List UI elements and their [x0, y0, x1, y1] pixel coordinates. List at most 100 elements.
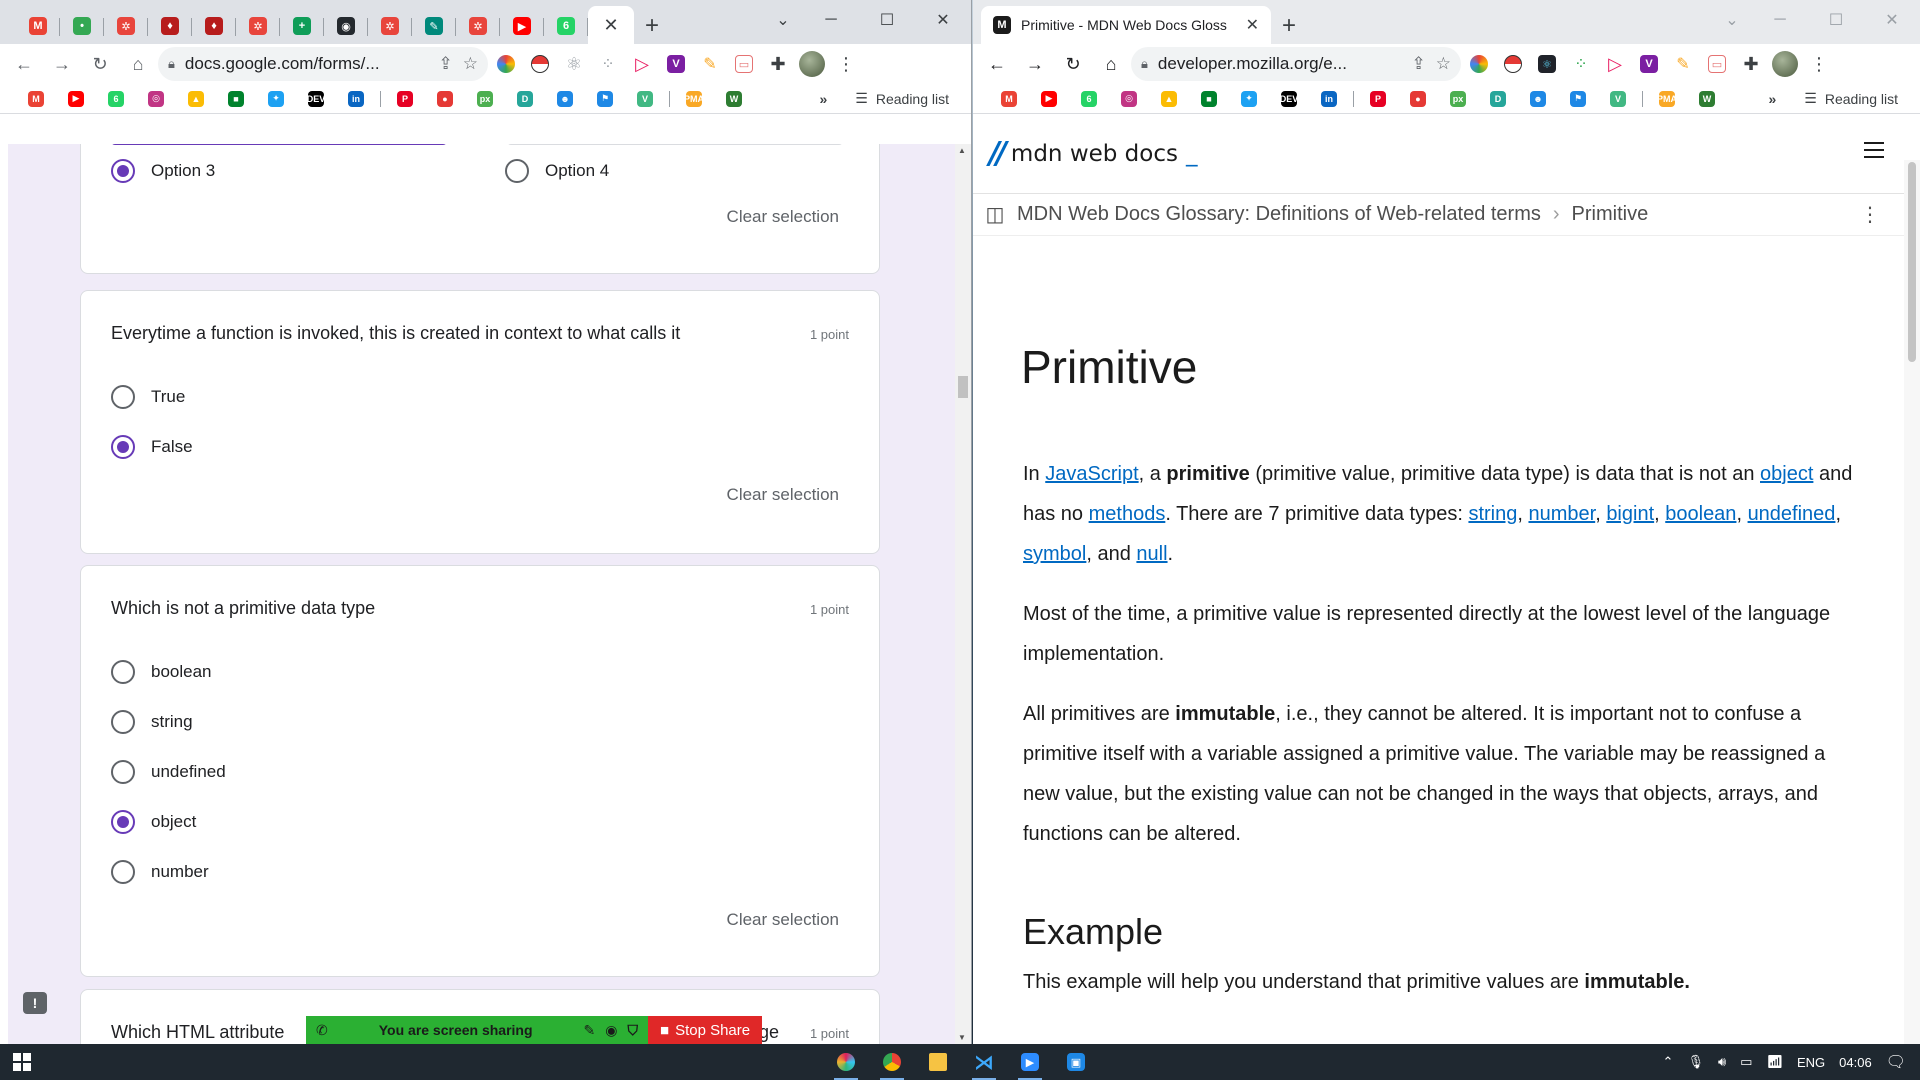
share-icon[interactable]: ⇪	[439, 54, 453, 74]
reading-list-icon[interactable]: ☰	[855, 90, 868, 107]
maximize-button[interactable]: ☐	[1808, 0, 1864, 40]
bookmark-item[interactable]: PMA	[674, 85, 714, 113]
color-wheel-extension-icon[interactable]	[1463, 48, 1495, 80]
forms-scrollbar[interactable]: ▲ ▼	[955, 144, 971, 1044]
clear-selection-button[interactable]: Clear selection	[727, 207, 839, 227]
play-extension-icon[interactable]: ▷	[1599, 48, 1631, 80]
forward-icon[interactable]: →	[44, 46, 80, 82]
bookmark-item[interactable]: ●	[1398, 85, 1438, 113]
link-undefined[interactable]: undefined	[1748, 503, 1836, 525]
bookmark-item[interactable]: ▲	[1149, 85, 1189, 113]
bookmark-item[interactable]: ■	[216, 85, 256, 113]
radio-selected[interactable]	[111, 159, 135, 183]
mdn-logo[interactable]: // mdn web docs _	[989, 136, 1198, 171]
notifications-icon[interactable]: 🗨︎	[1886, 1052, 1906, 1072]
mic-muted-icon[interactable]: ✎	[584, 1022, 596, 1039]
bookmark-item[interactable]: ■	[1189, 85, 1229, 113]
reading-list-icon[interactable]: ☰	[1804, 90, 1817, 107]
close-window-button[interactable]: ✕	[1864, 0, 1920, 40]
bookmark-item[interactable]: DEV	[296, 85, 336, 113]
minimize-button[interactable]: ─	[803, 0, 859, 40]
bookmark-item[interactable]: ▶	[1029, 85, 1069, 113]
bookmark-item[interactable]: ▶	[56, 85, 96, 113]
report-problem-button[interactable]: !	[20, 988, 50, 1018]
bookmark-item[interactable]: ⚑	[1558, 85, 1598, 113]
forward-icon[interactable]: →	[1017, 46, 1053, 82]
color-wheel-extension-icon[interactable]	[490, 48, 522, 80]
pinned-tab[interactable]: ✲	[104, 8, 148, 44]
pen-extension-icon[interactable]: ✎	[694, 48, 726, 80]
pinned-tab[interactable]: ▶	[500, 8, 544, 44]
tab-search-icon[interactable]: ⌄	[763, 0, 803, 40]
maximize-button[interactable]: ☐	[859, 0, 915, 40]
sidebar-toggle-icon[interactable]: ◫	[973, 202, 1017, 227]
bookmark-item[interactable]: ●	[425, 85, 465, 113]
clear-selection-button[interactable]: Clear selection	[727, 910, 839, 930]
pinned-tab[interactable]: •	[60, 8, 104, 44]
hamburger-menu-icon[interactable]	[1864, 142, 1884, 163]
close-tab-icon[interactable]: ✕	[1246, 15, 1259, 35]
radio-unselected[interactable]	[111, 660, 135, 684]
option-3[interactable]: Option 3	[111, 159, 215, 183]
bookmark-item[interactable]: V	[1598, 85, 1638, 113]
clock[interactable]: 04:06	[1839, 1055, 1872, 1070]
play-extension-icon[interactable]: ▷	[626, 48, 658, 80]
more-bookmarks-icon[interactable]: »	[819, 91, 827, 107]
pinned-tab[interactable]: 6	[544, 8, 588, 44]
address-bar[interactable]: 🔒︎ developer.mozilla.org/e... ⇪ ☆	[1131, 47, 1461, 81]
calendar-extension-icon[interactable]: ▭	[1701, 48, 1733, 80]
scrollbar-thumb[interactable]	[958, 376, 968, 398]
address-bar[interactable]: 🔒︎ docs.google.com/forms/... ⇪ ☆	[158, 47, 488, 81]
bookmark-item[interactable]: ⚑	[585, 85, 625, 113]
bookmark-item[interactable]: ✦	[1229, 85, 1269, 113]
tray-expand-icon[interactable]: ⌃	[1663, 1054, 1674, 1070]
pen-extension-icon[interactable]: ✎	[1667, 48, 1699, 80]
link-bigint[interactable]: bigint	[1606, 503, 1654, 525]
react-extension-icon[interactable]: ⚛	[558, 48, 590, 80]
bookmark-item[interactable]: ▲	[176, 85, 216, 113]
link-javascript[interactable]: JavaScript	[1045, 463, 1138, 485]
bookmark-item[interactable]: px	[1438, 85, 1478, 113]
bookmark-item[interactable]: M	[16, 85, 56, 113]
bookmark-item[interactable]: P	[385, 85, 425, 113]
dots-extension-icon[interactable]: ⁘	[1565, 48, 1597, 80]
radio-selected[interactable]	[111, 435, 135, 459]
pinned-tab[interactable]: M	[16, 8, 60, 44]
wifi-icon[interactable]: 📶︎	[1766, 1054, 1783, 1070]
bookmark-item[interactable]: P	[1358, 85, 1398, 113]
pokeball-extension-icon[interactable]	[524, 48, 556, 80]
browser-menu-icon[interactable]: ⋮	[830, 48, 862, 80]
bookmark-item[interactable]: M	[989, 85, 1029, 113]
bookmark-item[interactable]: ☻	[1518, 85, 1558, 113]
link-boolean[interactable]: boolean	[1665, 503, 1736, 525]
vscode-app-icon[interactable]: ⋊	[966, 1044, 1002, 1080]
link-symbol[interactable]: symbol	[1023, 543, 1086, 565]
record-icon[interactable]: ◉	[605, 1022, 617, 1039]
language-indicator[interactable]: ENG	[1797, 1055, 1825, 1070]
reading-list-label[interactable]: Reading list	[1825, 91, 1898, 107]
new-tab-button[interactable]: +	[1271, 8, 1307, 44]
reload-icon[interactable]: ↻	[82, 46, 118, 82]
bookmark-item[interactable]: ◎	[136, 85, 176, 113]
microphone-icon[interactable]: 🎙︎	[1687, 1054, 1704, 1070]
back-icon[interactable]: ←	[6, 46, 42, 82]
pinned-tab[interactable]: ◉	[324, 8, 368, 44]
breadcrumb-glossary[interactable]: MDN Web Docs Glossary: Definitions of We…	[1017, 203, 1541, 226]
bookmark-item[interactable]: ☻	[545, 85, 585, 113]
bookmark-item[interactable]: 6	[1069, 85, 1109, 113]
mdn-scrollbar[interactable]	[1904, 160, 1920, 1044]
extensions-puzzle-icon[interactable]: ✚	[1735, 48, 1767, 80]
calendar-extension-icon[interactable]: ▭	[728, 48, 760, 80]
bookmark-item[interactable]: DEV	[1269, 85, 1309, 113]
bookmark-item[interactable]: V	[625, 85, 665, 113]
pinned-tab[interactable]: +	[280, 8, 324, 44]
home-icon[interactable]: ⌂	[1093, 46, 1129, 82]
v-extension-icon[interactable]: V	[1633, 48, 1665, 80]
option-string[interactable]: string	[111, 710, 193, 734]
radio-unselected[interactable]	[505, 159, 529, 183]
breadcrumb-current[interactable]: Primitive	[1572, 203, 1649, 226]
link-null[interactable]: null	[1136, 543, 1167, 565]
link-string[interactable]: string	[1468, 503, 1517, 525]
bookmark-item[interactable]: PMA	[1647, 85, 1687, 113]
radio-unselected[interactable]	[111, 385, 135, 409]
